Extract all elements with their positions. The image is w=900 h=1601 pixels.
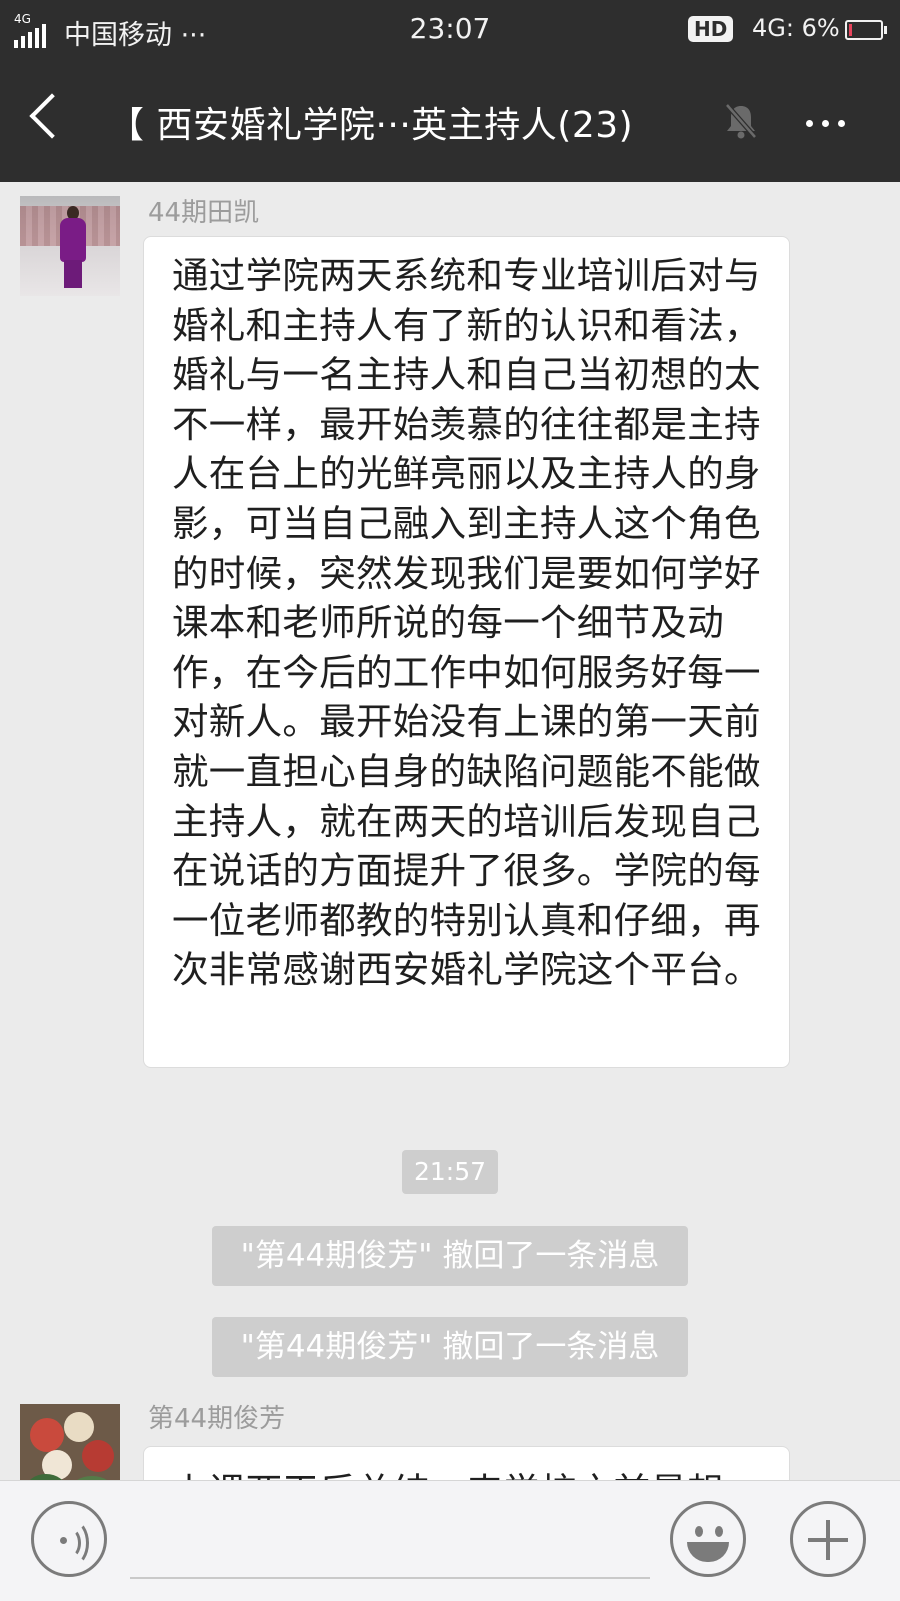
avatar[interactable] (20, 1404, 120, 1480)
chat-header: 【 西安婚礼学院···英主持人(23) (0, 62, 900, 182)
voice-icon[interactable] (31, 1501, 107, 1577)
recall-notice: "第44期俊芳" 撤回了一条消息 (212, 1226, 688, 1286)
network-indicator: 4G: 6% (752, 14, 840, 42)
battery-icon (845, 20, 887, 40)
recall-notice: "第44期俊芳" 撤回了一条消息 (212, 1317, 688, 1377)
sender-name: 第44期俊芳 (148, 1404, 286, 1434)
mute-bell-icon (725, 103, 757, 139)
back-arrow-icon[interactable] (29, 93, 75, 139)
chat-message-list[interactable]: 44期田凯 通过学院两天系统和专业培训后对与婚礼和主持人有了新的认识和看法，婚礼… (0, 182, 900, 1480)
chat-title: 【 西安婚礼学院···英主持人(23) (108, 105, 634, 146)
plus-icon[interactable] (790, 1501, 866, 1577)
message-bubble[interactable]: 通过学院两天系统和专业培训后对与婚礼和主持人有了新的认识和看法，婚礼与一名主持人… (143, 236, 790, 1068)
more-dots-icon[interactable] (806, 120, 845, 127)
message-input[interactable] (130, 1577, 650, 1579)
hd-badge: HD (688, 16, 734, 42)
status-bar: 4G 中国移动 ··· 23:07 HD 4G: 6% (0, 0, 900, 62)
input-bar (0, 1480, 900, 1601)
message-bubble[interactable]: 上课两天后总结，来学校之前最想 (143, 1446, 790, 1480)
message-timestamp: 21:57 (402, 1150, 498, 1194)
emoji-icon[interactable] (670, 1501, 746, 1577)
sender-name: 44期田凯 (148, 198, 260, 228)
avatar[interactable] (20, 196, 120, 296)
